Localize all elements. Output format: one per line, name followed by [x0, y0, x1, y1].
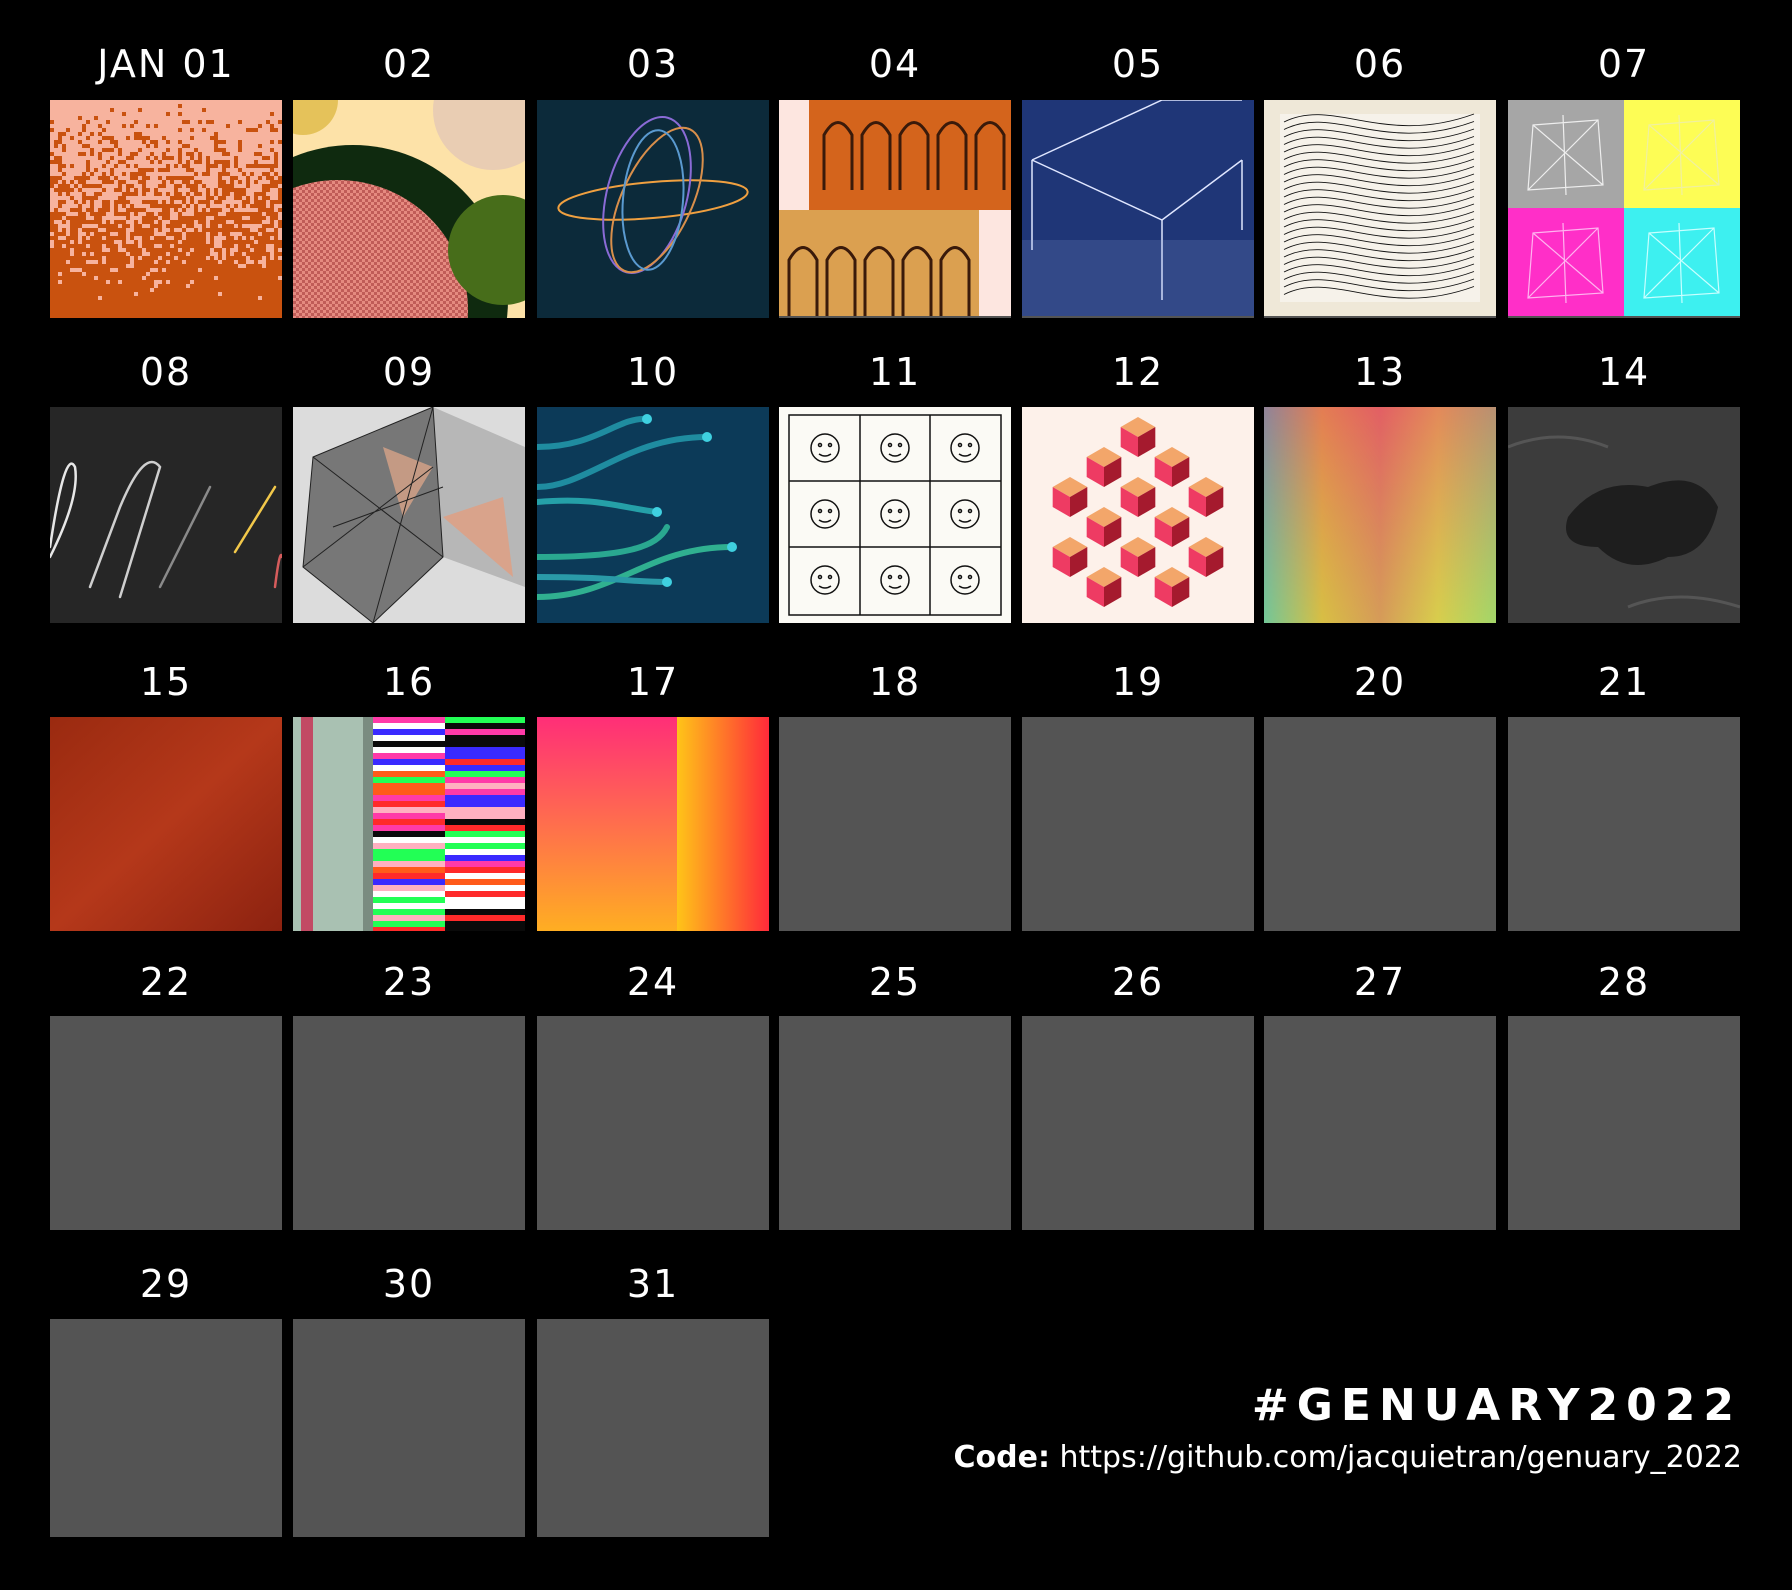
- day-label: 09: [382, 350, 436, 394]
- day-label: 25: [868, 960, 922, 1004]
- day-label: 07: [1597, 42, 1651, 86]
- placeholder-thumbnail: [537, 1016, 769, 1230]
- day-label: 26: [1111, 960, 1165, 1004]
- placeholder-thumbnail: [50, 1016, 282, 1230]
- hashtag-title: #GENUARY2022: [1251, 1380, 1742, 1431]
- placeholder-thumbnail: [293, 1319, 525, 1537]
- day-label: 28: [1597, 960, 1651, 1004]
- day-label: 04: [868, 42, 922, 86]
- artwork-thumbnail[interactable]: [293, 100, 525, 318]
- artwork-thumbnail[interactable]: [1264, 100, 1496, 318]
- day-label: 14: [1597, 350, 1651, 394]
- day-label: 15: [139, 660, 193, 704]
- placeholder-thumbnail: [1022, 1016, 1254, 1230]
- artwork-thumbnail[interactable]: [1264, 407, 1496, 623]
- artwork-thumbnail[interactable]: [537, 100, 769, 318]
- placeholder-thumbnail: [779, 717, 1011, 931]
- day-label: 06: [1353, 42, 1407, 86]
- day-label: 03: [626, 42, 680, 86]
- day-label: 17: [626, 660, 680, 704]
- placeholder-thumbnail: [1264, 1016, 1496, 1230]
- day-label: 20: [1353, 660, 1407, 704]
- placeholder-thumbnail: [1022, 717, 1254, 931]
- code-link[interactable]: https://github.com/jacquietran/genuary_2…: [1060, 1440, 1742, 1475]
- artwork-thumbnail[interactable]: [537, 407, 769, 623]
- artwork-thumbnail[interactable]: [50, 717, 282, 931]
- placeholder-thumbnail: [537, 1319, 769, 1537]
- day-label: 21: [1597, 660, 1651, 704]
- day-label: JAN 01: [97, 42, 235, 86]
- code-line: Code: https://github.com/jacquietran/gen…: [954, 1440, 1742, 1475]
- day-label: 22: [139, 960, 193, 1004]
- day-label: 24: [626, 960, 680, 1004]
- day-label: 10: [626, 350, 680, 394]
- artwork-thumbnail[interactable]: [779, 100, 1011, 318]
- artwork-thumbnail[interactable]: [779, 407, 1011, 623]
- artwork-thumbnail[interactable]: [50, 100, 282, 318]
- placeholder-thumbnail: [1508, 717, 1740, 931]
- day-label: 31: [626, 1262, 680, 1306]
- day-label: 18: [868, 660, 922, 704]
- placeholder-thumbnail: [293, 1016, 525, 1230]
- day-label: 29: [139, 1262, 193, 1306]
- artwork-thumbnail[interactable]: [1508, 407, 1740, 623]
- artwork-thumbnail[interactable]: [293, 407, 525, 623]
- day-label: 02: [382, 42, 436, 86]
- placeholder-thumbnail: [779, 1016, 1011, 1230]
- day-label: 19: [1111, 660, 1165, 704]
- day-label: 30: [382, 1262, 436, 1306]
- artwork-thumbnail[interactable]: [50, 407, 282, 623]
- artwork-thumbnail[interactable]: [1508, 100, 1740, 318]
- code-label: Code:: [953, 1440, 1050, 1475]
- artwork-thumbnail[interactable]: [1022, 100, 1254, 318]
- day-label: 27: [1353, 960, 1407, 1004]
- day-label: 16: [382, 660, 436, 704]
- artwork-thumbnail[interactable]: [293, 717, 525, 931]
- day-label: 11: [868, 350, 922, 394]
- day-label: 13: [1353, 350, 1407, 394]
- day-label: 23: [382, 960, 436, 1004]
- placeholder-thumbnail: [1508, 1016, 1740, 1230]
- day-label: 12: [1111, 350, 1165, 394]
- artwork-thumbnail[interactable]: [1022, 407, 1254, 623]
- day-label: 08: [139, 350, 193, 394]
- placeholder-thumbnail: [1264, 717, 1496, 931]
- artwork-thumbnail[interactable]: [537, 717, 769, 931]
- placeholder-thumbnail: [50, 1319, 282, 1537]
- day-label: 05: [1111, 42, 1165, 86]
